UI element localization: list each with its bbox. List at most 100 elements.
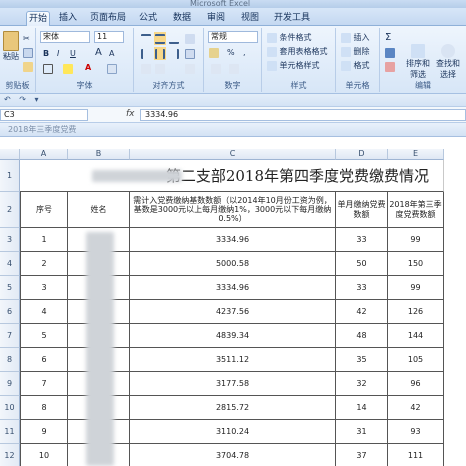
function-icon[interactable]: fx [126, 109, 135, 119]
cell-monthly[interactable]: 50 [336, 252, 388, 276]
cell-seq[interactable]: 2 [20, 252, 68, 276]
row-header[interactable]: 5 [0, 276, 20, 300]
cell-monthly[interactable]: 42 [336, 300, 388, 324]
cell-quarter[interactable]: 99 [388, 276, 444, 300]
customize-toolbar-icon[interactable]: ▾ [35, 95, 39, 104]
cell-seq[interactable]: 10 [20, 444, 68, 466]
cell-monthly[interactable]: 48 [336, 324, 388, 348]
cell-seq[interactable]: 9 [20, 420, 68, 444]
currency-button[interactable] [208, 46, 220, 59]
cell-base[interactable]: 3511.12 [130, 348, 336, 372]
cell-styles-button[interactable]: 单元格样式 [266, 59, 321, 72]
column-header-c[interactable]: C [130, 149, 336, 160]
autosum-button[interactable]: Σ [384, 31, 392, 44]
cell-base[interactable]: 3110.24 [130, 420, 336, 444]
percent-button[interactable]: % [226, 46, 236, 59]
cell-seq[interactable]: 1 [20, 228, 68, 252]
paste-button[interactable]: 粘贴 [2, 30, 22, 64]
row-header[interactable]: 8 [0, 348, 20, 372]
cell-quarter[interactable]: 93 [388, 420, 444, 444]
font-name-combo[interactable]: 宋体 [40, 31, 90, 43]
cell-seq[interactable]: 4 [20, 300, 68, 324]
format-as-table-button[interactable]: 套用表格格式 [266, 45, 329, 58]
header-monthly[interactable]: 单月缴纳党费数额 [336, 192, 388, 228]
cell-base[interactable]: 3177.58 [130, 372, 336, 396]
cell-monthly[interactable]: 33 [336, 228, 388, 252]
cell-seq[interactable]: 6 [20, 348, 68, 372]
tab-view[interactable]: 视图 [238, 11, 262, 26]
cell-monthly[interactable]: 35 [336, 348, 388, 372]
header-name[interactable]: 姓名 [68, 192, 130, 228]
fill-button[interactable] [384, 46, 396, 59]
row-header[interactable]: 6 [0, 300, 20, 324]
column-header-e[interactable]: E [388, 149, 444, 160]
grow-font-button[interactable]: A [94, 46, 103, 59]
row-header[interactable]: 10 [0, 396, 20, 420]
underline-button[interactable]: U [69, 47, 77, 60]
fill-color-button[interactable] [62, 62, 74, 75]
align-left-button[interactable] [140, 47, 152, 60]
formula-input[interactable]: 3334.96 [140, 109, 466, 121]
cell-seq[interactable]: 3 [20, 276, 68, 300]
format-button[interactable]: 格式 [340, 59, 371, 72]
row-header[interactable]: 2 [0, 192, 20, 228]
header-seq[interactable]: 序号 [20, 192, 68, 228]
cell-base[interactable]: 5000.58 [130, 252, 336, 276]
cell-quarter[interactable]: 42 [388, 396, 444, 420]
header-quarter[interactable]: 2018年第三季度党费数额 [388, 192, 444, 228]
cell-base[interactable]: 2815.72 [130, 396, 336, 420]
select-all-corner[interactable] [0, 149, 20, 160]
font-color-button[interactable]: A [84, 61, 92, 74]
comma-button[interactable]: , [242, 46, 247, 59]
cell-monthly[interactable]: 31 [336, 420, 388, 444]
italic-button[interactable]: I [56, 47, 60, 60]
shrink-font-button[interactable]: A [108, 47, 115, 60]
cell-seq[interactable]: 8 [20, 396, 68, 420]
cell-monthly[interactable]: 37 [336, 444, 388, 466]
delete-button[interactable]: 删除 [340, 45, 371, 58]
tab-data[interactable]: 数据 [170, 11, 194, 26]
header-base[interactable]: 需计入党费缴纳基数数额（以2014年10月份工资为例，基数是3000元以上每月缴… [130, 192, 336, 228]
align-top-button[interactable] [140, 32, 152, 45]
row-header[interactable]: 7 [0, 324, 20, 348]
cell-quarter[interactable]: 105 [388, 348, 444, 372]
cell-base[interactable]: 3704.78 [130, 444, 336, 466]
insert-button[interactable]: 插入 [340, 31, 371, 44]
wrap-text-button[interactable] [184, 62, 196, 75]
align-bottom-button[interactable] [168, 32, 180, 45]
row-header[interactable]: 3 [0, 228, 20, 252]
align-right-button[interactable] [168, 47, 180, 60]
cell-quarter[interactable]: 99 [388, 228, 444, 252]
row-header[interactable]: 11 [0, 420, 20, 444]
cell-quarter[interactable]: 150 [388, 252, 444, 276]
conditional-format-button[interactable]: 条件格式 [266, 31, 313, 44]
tab-page-layout[interactable]: 页面布局 [88, 11, 128, 26]
align-middle-button[interactable] [154, 32, 166, 45]
cut-button[interactable]: ✂ [22, 32, 31, 45]
tab-home[interactable]: 开始 [26, 11, 50, 26]
cell-base[interactable]: 3334.96 [130, 276, 336, 300]
row-header[interactable]: 12 [0, 444, 20, 466]
copy-button[interactable] [22, 46, 34, 59]
tab-developer[interactable]: 开发工具 [272, 11, 312, 26]
column-header-d[interactable]: D [336, 149, 388, 160]
merge-center-button[interactable] [184, 47, 196, 60]
align-center-button[interactable] [154, 47, 166, 60]
row-header[interactable]: 4 [0, 252, 20, 276]
orientation-button[interactable] [184, 32, 196, 45]
decrease-indent-button[interactable] [140, 62, 152, 75]
find-select-button[interactable]: 查找和 选择 [434, 32, 462, 79]
increase-decimal-button[interactable] [210, 62, 222, 75]
cell-quarter[interactable]: 96 [388, 372, 444, 396]
cell-monthly[interactable]: 32 [336, 372, 388, 396]
tab-formulas[interactable]: 公式 [136, 11, 160, 26]
cell-base[interactable]: 3334.96 [130, 228, 336, 252]
cell-base[interactable]: 4839.34 [130, 324, 336, 348]
cell-base[interactable]: 4237.56 [130, 300, 336, 324]
font-size-combo[interactable]: 11 [94, 31, 124, 43]
sort-filter-button[interactable]: 排序和 筛选 [404, 32, 432, 79]
column-header-b[interactable]: B [68, 149, 130, 160]
row-header[interactable]: 9 [0, 372, 20, 396]
cell-quarter[interactable]: 126 [388, 300, 444, 324]
undo-icon[interactable]: ↶ [4, 95, 11, 104]
